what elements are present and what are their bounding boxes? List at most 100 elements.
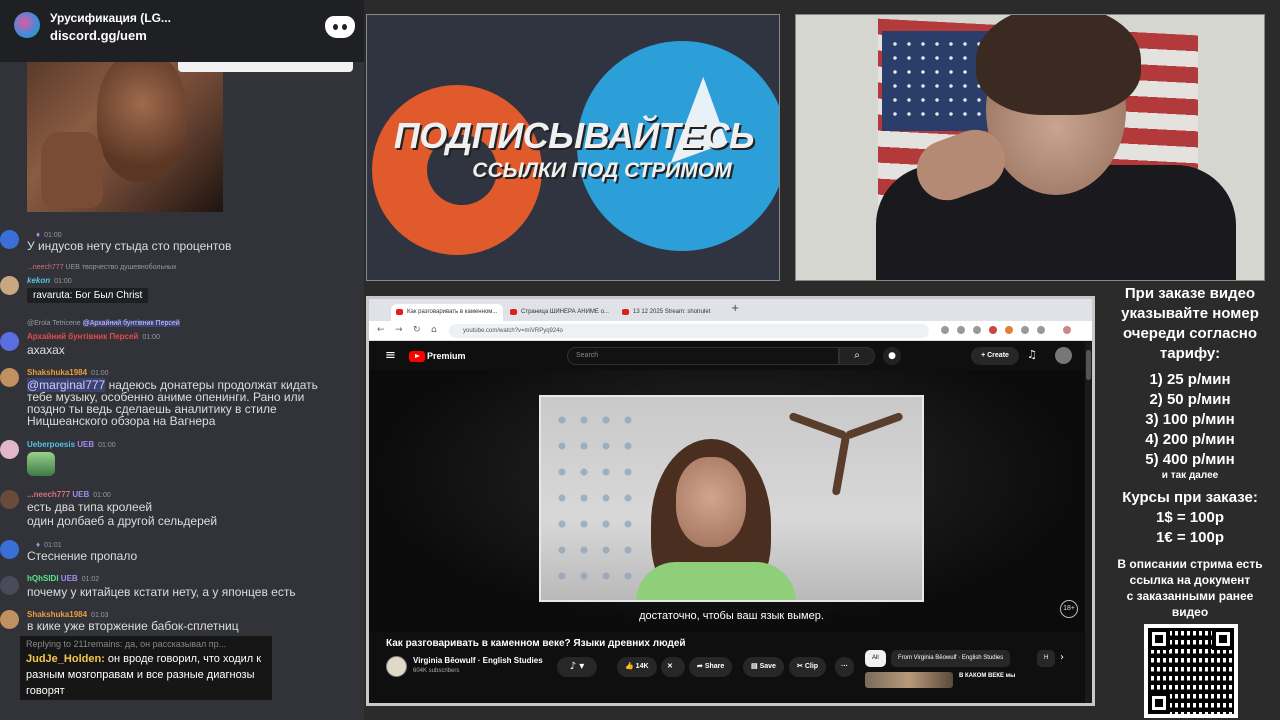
christmas-decorations (551, 407, 641, 597)
youtube-brand[interactable]: Premium (427, 351, 466, 361)
notification-bell-button[interactable]: ♪ ▾ (557, 657, 597, 677)
video-subtitle: достаточно, чтобы ваш язык вымер. (639, 610, 824, 622)
tariff-item: 4) 200 р/мин (1145, 431, 1235, 448)
notifications-bell-icon[interactable]: ♫ (1027, 348, 1037, 361)
sticker-emoji (27, 452, 55, 476)
message-text: один долбаеб а другой сельдерей (27, 514, 218, 528)
bookmark-icon[interactable] (973, 326, 981, 334)
subscriber-count: 604K subscribers (413, 668, 460, 674)
avatar (0, 332, 19, 351)
thumbs-up-icon: 👍 (625, 663, 636, 670)
tab-youtube-video[interactable]: Как разговаривать в каменном... (391, 304, 503, 321)
new-tab-button[interactable]: + (731, 303, 739, 314)
chip-from-channel[interactable]: From Virginia Bēowulf · English Studies (891, 650, 1011, 667)
back-icon[interactable]: ← (377, 325, 385, 335)
username: ♦ 01:01 (36, 540, 62, 549)
extensions-puzzle-icon[interactable] (1037, 326, 1045, 334)
dislike-button[interactable]: ✕ (661, 657, 685, 677)
more-actions-button[interactable]: ··· (835, 657, 854, 677)
username: Shakshuka1984 01:03 (27, 610, 109, 619)
like-button[interactable]: 👍 14K (617, 657, 657, 677)
youtube-favicon-icon (396, 309, 403, 315)
meme-image (27, 62, 223, 212)
server-icon (14, 12, 40, 38)
username: kekon 01:00 (27, 276, 72, 285)
extension-icon[interactable] (989, 326, 997, 334)
avatar (0, 368, 19, 387)
tab-anime[interactable]: Страница ШИНЕРА АНИМЕ о... (505, 304, 615, 321)
promo-subtitle: ССЫЛКИ ПОД СТРИМОМ (472, 159, 732, 182)
video-frame (539, 395, 924, 602)
ceiling-fan (788, 407, 904, 496)
create-button[interactable]: + Create (971, 347, 1019, 365)
youtube-logo-icon[interactable] (409, 351, 425, 362)
qr-code (1144, 624, 1238, 718)
page-scrollbar[interactable] (1085, 342, 1092, 703)
thumbs-down-icon: ✕ (667, 663, 673, 670)
chip-all[interactable]: All (865, 650, 886, 667)
tts-text: JudJe_Holden: он вроде говорил, что ходи… (26, 653, 262, 697)
webcam-feed (795, 14, 1265, 281)
hamburger-menu-icon[interactable]: ≡ (385, 348, 396, 363)
avatar (0, 276, 19, 295)
avatar (0, 576, 19, 595)
youtube-page: ≡ Premium Search ⌕ ● + Create ♫ достаточ… (369, 342, 1092, 703)
youtube-favicon-icon (622, 309, 629, 315)
avatar (0, 490, 19, 509)
account-avatar[interactable] (1055, 347, 1072, 364)
extension-icon[interactable] (1021, 326, 1029, 334)
message-text: Ницшеанского обзора на Вагнера (27, 414, 216, 428)
share-button[interactable]: ➦ Share (689, 657, 733, 677)
quoted-text: ravaruta: Бог Был Christ (27, 288, 149, 303)
tts-reply-preview: Replying to 211remains: да, он рассказыв… (26, 639, 227, 649)
server-invite[interactable]: discord.gg/uem (50, 28, 147, 43)
tab-stream[interactable]: 13 12 2025 Stream: shotrulet (617, 304, 727, 321)
address-bar[interactable]: youtube.com/watch?v=miVRPyq924o (449, 324, 929, 338)
reload-icon[interactable]: ↻ (413, 325, 421, 335)
extension-icon[interactable] (1005, 326, 1013, 334)
search-input[interactable]: Search (567, 347, 839, 365)
promo-title: ПОДПИСЫВАЙТЕСЬ (393, 115, 755, 156)
chip-more[interactable]: H (1037, 650, 1056, 667)
channel-avatar[interactable] (386, 656, 407, 677)
home-icon[interactable]: ⌂ (431, 325, 437, 335)
avatar (0, 540, 19, 559)
recommended-thumbnail (865, 672, 953, 688)
discord-widget-header: Урусификация (LG... discord.gg/uem (0, 0, 364, 62)
discord-logo-icon (325, 16, 355, 38)
avatar (0, 230, 19, 249)
avatar (0, 610, 19, 629)
microphone-icon: ● (888, 351, 896, 361)
tariff-item: 5) 400 р/мин (1145, 451, 1235, 468)
message-text: У индусов нету стыда сто процентов (27, 239, 232, 253)
save-button[interactable]: ▤ Save (743, 657, 784, 677)
video-player[interactable]: достаточно, чтобы ваш язык вымер. 18+ (369, 370, 1085, 632)
profile-icon[interactable] (1063, 326, 1071, 334)
order-instructions: При заказе видео указывайте номер очеред… (1121, 285, 1259, 362)
browser-window: Как разговаривать в каменном... Страница… (366, 296, 1095, 706)
username: Ueberpoesis UEB 01:00 (27, 440, 116, 449)
exchange-rates: Курсы при заказе: 1$ = 100р 1€ = 100р (1122, 489, 1258, 546)
cast-icon[interactable] (957, 326, 965, 334)
meme-face (97, 62, 187, 182)
message-text: есть два типа кролеей (27, 500, 153, 514)
message-text: в кике уже вторжение бабок-сплетниц (27, 619, 239, 633)
zoom-icon[interactable] (941, 326, 949, 334)
recommended-video[interactable]: В КАКОМ ВЕКЕ мы (865, 672, 1085, 690)
youtube-favicon-icon (510, 309, 517, 315)
presenter-clothing (636, 562, 796, 600)
channel-name[interactable]: Virginia Bēowulf · English Studies (413, 656, 543, 665)
username: Shakshuka1984 01:00 (27, 368, 109, 377)
search-button[interactable]: ⌕ (839, 347, 875, 365)
save-icon: ▤ (751, 663, 760, 670)
message-text: Стеснение пропало (27, 549, 138, 563)
message-text: почему у китайцев кстати нету, а у японц… (27, 585, 296, 599)
forward-icon[interactable]: → (395, 325, 403, 335)
chevron-right-icon[interactable]: › (1060, 652, 1064, 663)
share-icon: ➦ (697, 663, 705, 670)
voice-search-button[interactable]: ● (883, 347, 901, 365)
recommended-title: В КАКОМ ВЕКЕ мы (959, 673, 1016, 679)
age-rating-badge: 18+ (1060, 600, 1078, 618)
username: hQhSIDI UEB 01:02 (27, 574, 100, 583)
clip-button[interactable]: ✂ Clip (789, 657, 827, 677)
